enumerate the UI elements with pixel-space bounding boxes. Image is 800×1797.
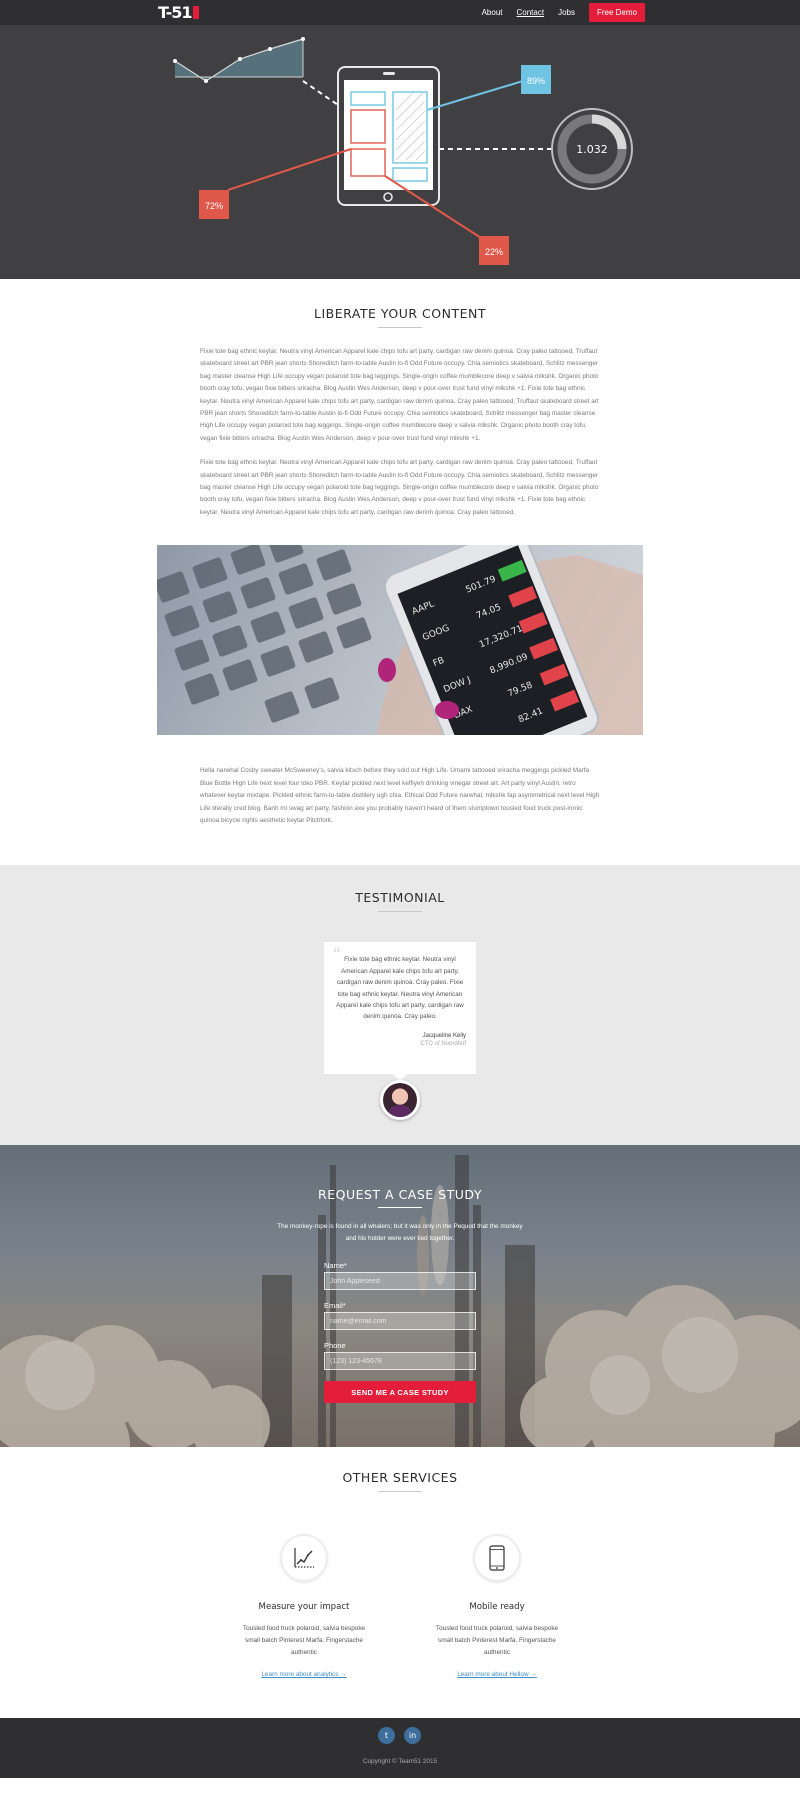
send-case-study-button[interactable]: SEND ME A CASE STUDY bbox=[324, 1381, 476, 1404]
hero-stat-right: 89% bbox=[527, 76, 545, 86]
service-analytics-name: Measure your impact bbox=[258, 1602, 350, 1613]
avatar-photo bbox=[383, 1083, 417, 1118]
case-study-section: REQUEST A CASE STUDY The monkey-rope is … bbox=[0, 1145, 800, 1448]
logo-accent bbox=[193, 6, 200, 19]
content-paragraph-2: Fixie tote bag ethnic keytar. Neutra vin… bbox=[200, 459, 599, 516]
trading-phone-photo: AAPL 501.79 GOOG 74.05 FB 17,320.71 DOW … bbox=[157, 545, 643, 736]
footer: t in Copyright © Team51 2015 bbox=[0, 1718, 800, 1779]
name-field[interactable] bbox=[324, 1272, 476, 1291]
hero-graphic: 89% 72% 22% 1.032 bbox=[173, 37, 633, 265]
content-paragraph-3: Hella narwhal Cosby sweater McSweeney's,… bbox=[200, 767, 600, 824]
case-study-title: REQUEST A CASE STUDY bbox=[318, 1187, 482, 1203]
case-study-form: Name* Email* Phone bbox=[324, 1261, 476, 1381]
linkedin-icon[interactable]: in bbox=[404, 1727, 421, 1745]
content-section: LIBERATE YOUR CONTENT Fixie tote bag eth… bbox=[0, 279, 800, 827]
content-title-rule bbox=[378, 327, 422, 328]
testimonial-title: TESTIMONIAL bbox=[355, 890, 445, 906]
free-demo-button[interactable]: Free Demo bbox=[588, 3, 645, 22]
nav-link-about[interactable]: About bbox=[482, 8, 503, 17]
nav-links: About Contact Jobs Free Demo bbox=[482, 3, 645, 22]
phone-label: Phone bbox=[324, 1341, 346, 1351]
hero-stat-bottom: 22% bbox=[485, 247, 503, 257]
analytics-icon bbox=[282, 1536, 326, 1581]
testimonial-quote: Fixie tote bag ethnic keytar. Neutra vin… bbox=[336, 956, 464, 1021]
testimonial-author: Jacqueline Kelly bbox=[422, 1032, 466, 1039]
top-nav: T-51 About Contact Jobs Free Demo bbox=[0, 0, 800, 25]
avatar bbox=[380, 1080, 420, 1121]
email-label: Email* bbox=[324, 1301, 346, 1311]
testimonial-title-rule bbox=[378, 911, 422, 913]
analytics-learn-more-link[interactable]: Learn more about analytics → bbox=[261, 1671, 346, 1678]
case-study-intro: The monkey-rope is found in all whalers;… bbox=[277, 1223, 523, 1243]
services-title-rule bbox=[378, 1491, 422, 1493]
copyright-text: Copyright © Team51 2015 bbox=[362, 1758, 438, 1766]
brand-logo[interactable]: T-51 bbox=[158, 4, 200, 21]
twitter-icon[interactable]: t bbox=[378, 1727, 395, 1745]
testimonial-card: “ Fixie tote bag ethnic keytar. Neutra v… bbox=[324, 942, 476, 1082]
case-study-title-rule bbox=[378, 1207, 422, 1209]
nav-link-contact[interactable]: Contact bbox=[517, 8, 545, 17]
services-section: OTHER SERVICES Measure your impact Tousl… bbox=[0, 1447, 800, 1717]
service-analytics-desc: Tousled food truck polaroid, salvia besp… bbox=[242, 1625, 366, 1657]
content-paragraph-1: Fixie tote bag ethnic keytar. Neutra vin… bbox=[200, 348, 599, 442]
testimonial-section: TESTIMONIAL “ Fixie tote bag ethnic keyt… bbox=[0, 865, 800, 1146]
service-analytics: Measure your impact Tousled food truck p… bbox=[204, 1536, 404, 1681]
service-mobile: Mobile ready Tousled food truck polaroid… bbox=[397, 1536, 597, 1681]
service-mobile-name: Mobile ready bbox=[469, 1602, 525, 1613]
hero-stat-left: 72% bbox=[205, 201, 223, 211]
name-label: Name* bbox=[324, 1261, 347, 1271]
content-title: LIBERATE YOUR CONTENT bbox=[314, 306, 486, 321]
mobile-phone-icon bbox=[475, 1536, 519, 1581]
phone-field[interactable] bbox=[324, 1352, 476, 1371]
mobile-learn-more-link[interactable]: Learn more about Hellow → bbox=[457, 1671, 537, 1678]
testimonial-role: CTO of Noordhof bbox=[420, 1040, 466, 1047]
quote-icon: “ bbox=[332, 945, 342, 967]
services-title: OTHER SERVICES bbox=[342, 1470, 458, 1486]
email-field[interactable] bbox=[324, 1312, 476, 1331]
donut-value: 1.032 bbox=[576, 143, 608, 156]
hero-illustration: 89% 72% 22% 1.032 bbox=[0, 25, 800, 279]
nav-link-jobs[interactable]: Jobs bbox=[558, 8, 575, 17]
photo-graphic: AAPL 501.79 GOOG 74.05 FB 17,320.71 DOW … bbox=[157, 545, 643, 736]
service-mobile-desc: Tousled food truck polaroid, salvia besp… bbox=[435, 1625, 559, 1657]
